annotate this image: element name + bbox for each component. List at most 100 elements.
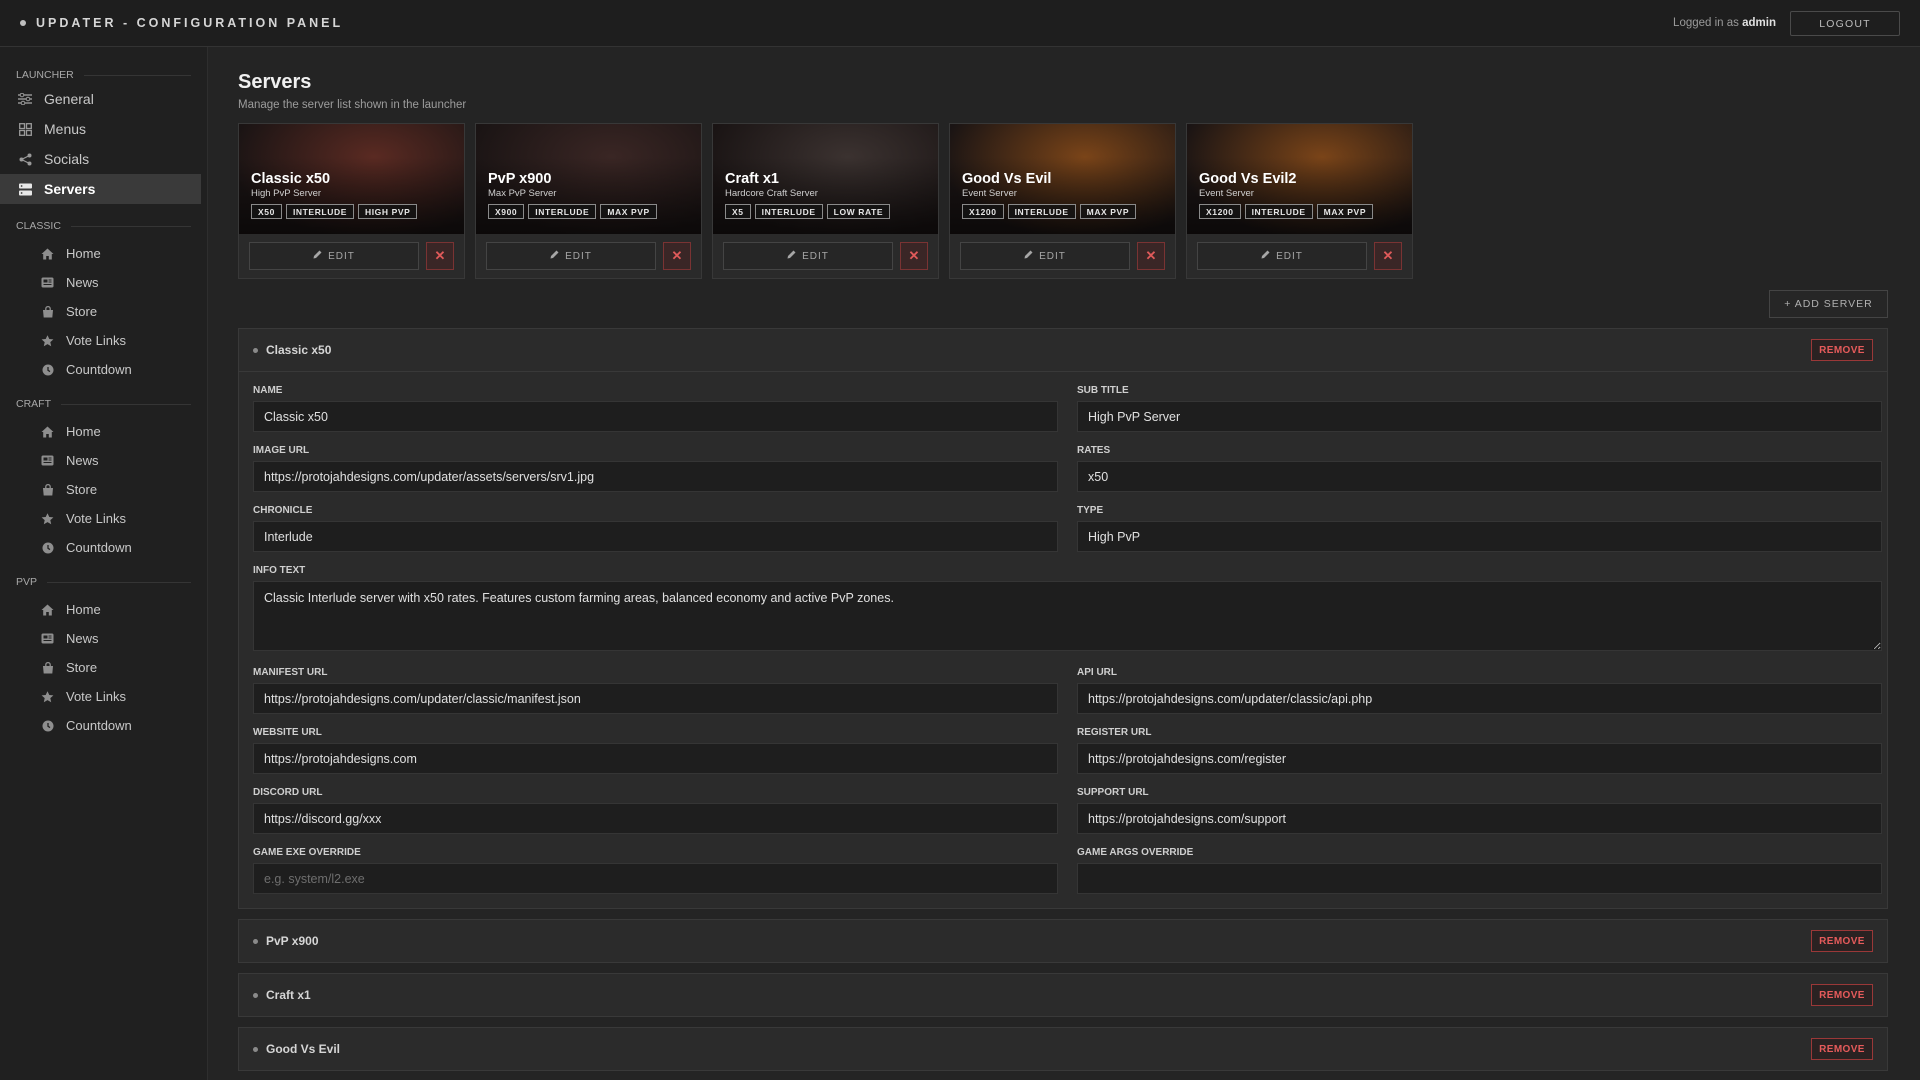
panel-title-text: Good Vs Evil <box>266 1042 341 1056</box>
panel-header[interactable]: Craft x1 REMOVE <box>239 974 1887 1016</box>
chronicle-input[interactable] <box>253 521 1058 552</box>
discord-url-input[interactable] <box>253 803 1058 834</box>
top-bar: UPDATER - CONFIGURATION PANEL Logged in … <box>0 0 1920 47</box>
server-card-name: Good Vs Evil2 <box>1199 171 1297 187</box>
server-tag: X50 <box>251 204 282 219</box>
edit-server-button[interactable]: EDIT <box>723 242 893 270</box>
sidebar-item-socials[interactable]: Socials <box>0 144 201 174</box>
server-tag: MAX PVP <box>600 204 657 219</box>
sidebar-item-classic-home[interactable]: Home <box>0 239 207 268</box>
add-server-button[interactable]: + ADD SERVER <box>1769 290 1888 318</box>
website-url-input[interactable] <box>253 743 1058 774</box>
app-title: UPDATER - CONFIGURATION PANEL <box>36 16 344 30</box>
game-exe-input[interactable] <box>253 863 1058 894</box>
panel-header[interactable]: Classic x50 REMOVE <box>239 329 1887 371</box>
server-tag: MAX PVP <box>1316 204 1374 219</box>
rates-input[interactable] <box>1077 461 1882 492</box>
newspaper-icon <box>41 454 54 467</box>
delete-server-button[interactable]: ✕ <box>1374 242 1402 270</box>
edit-server-button[interactable]: EDIT <box>960 242 1130 270</box>
name-input[interactable] <box>253 401 1058 432</box>
server-card-subtitle: Hardcore Craft Server <box>725 188 818 199</box>
server-banner-image: Good Vs Evil2 Event Server X1200 INTERLUDE M… <box>1187 124 1412 234</box>
sidebar-item-craft-news[interactable]: News <box>0 446 207 475</box>
game-args-input[interactable] <box>1077 863 1882 894</box>
panel-title-text: Craft x1 <box>266 988 311 1002</box>
edit-label: EDIT <box>1039 250 1066 262</box>
type-input[interactable] <box>1077 521 1882 552</box>
sidebar-item-craft-home[interactable]: Home <box>0 417 207 446</box>
panel-header[interactable]: Good Vs Evil REMOVE <box>239 1028 1887 1070</box>
login-user: admin <box>1742 17 1776 29</box>
server-cards: Classic x50 High PvP Server X50 INTERLUDE HI… <box>238 123 1888 279</box>
sidebar-item-classic-vote-links[interactable]: Vote Links <box>0 326 207 355</box>
sidebar-item-classic-news[interactable]: News <box>0 268 207 297</box>
server-card-name: Good Vs Evil <box>962 171 1052 187</box>
sidebar-item-craft-store[interactable]: Store <box>0 475 207 504</box>
sidebar-item-pvp-store[interactable]: Store <box>0 653 207 682</box>
delete-server-button[interactable]: ✕ <box>426 242 454 270</box>
edit-label: EDIT <box>328 250 355 262</box>
sidebar-item-servers[interactable]: Servers <box>0 174 201 204</box>
clock-icon <box>41 541 54 554</box>
delete-server-button[interactable]: ✕ <box>1137 242 1165 270</box>
support-url-input[interactable] <box>1077 803 1882 834</box>
image-url-input[interactable] <box>253 461 1058 492</box>
card-actions: EDIT ✕ <box>476 234 701 270</box>
discord-url-label: DISCORD URL <box>253 787 323 798</box>
chronicle-field-group: CHRONICLE <box>253 505 1058 552</box>
sidebar-item-craft-countdown[interactable]: Countdown <box>0 533 207 562</box>
sidebar-item-classic-countdown[interactable]: Countdown <box>0 355 207 384</box>
sidebar-item-label: Store <box>66 304 98 319</box>
server-banner-image: Good Vs Evil Event Server X1200 INTERLUDE MA… <box>950 124 1175 234</box>
sidebar-item-pvp-vote-links[interactable]: Vote Links <box>0 682 207 711</box>
bag-icon <box>41 483 54 496</box>
remove-button[interactable]: REMOVE <box>1811 1038 1873 1060</box>
info-text-textarea[interactable]: Classic Interlude server with x50 rates.… <box>253 581 1882 651</box>
user-area: Logged in as admin LOGOUT <box>1673 10 1900 36</box>
server-tags: X50 INTERLUDE HIGH PVP <box>251 204 452 219</box>
website-url-label: WEBSITE URL <box>253 727 322 738</box>
clock-icon <box>41 719 54 732</box>
remove-button[interactable]: REMOVE <box>1811 984 1873 1006</box>
api-url-input[interactable] <box>1077 683 1882 714</box>
server-tags: X900 INTERLUDE MAX PVP <box>488 204 689 219</box>
delete-server-button[interactable]: ✕ <box>900 242 928 270</box>
edit-server-button[interactable]: EDIT <box>1197 242 1367 270</box>
sidebar-item-label: Countdown <box>66 540 132 555</box>
subtitle-input[interactable] <box>1077 401 1882 432</box>
page-title: Servers <box>238 71 312 93</box>
card-actions: EDIT ✕ <box>239 234 464 270</box>
sidebar-item-general[interactable]: General <box>0 84 201 114</box>
field-grid: NAME SUB TITLE IMAGE URL RATES CHRONICLE <box>253 385 1882 894</box>
sidebar-groups: CLASSIC Home News Store Vote Links Countdown C… <box>0 220 207 740</box>
edit-server-button[interactable]: EDIT <box>486 242 656 270</box>
close-icon: ✕ <box>434 248 446 263</box>
edit-server-button[interactable]: EDIT <box>249 242 419 270</box>
register-url-input[interactable] <box>1077 743 1882 774</box>
sidebar-item-craft-vote-links[interactable]: Vote Links <box>0 504 207 533</box>
manifest-url-label: MANIFEST URL <box>253 667 328 678</box>
manifest-url-input[interactable] <box>253 683 1058 714</box>
remove-button[interactable]: REMOVE <box>1811 339 1873 361</box>
type-field-group: TYPE <box>1077 505 1882 552</box>
server-panel-expanded: Classic x50 REMOVE NAME SUB TITLE IMAGE … <box>238 328 1888 909</box>
server-card-name: PvP x900 <box>488 171 552 187</box>
delete-server-button[interactable]: ✕ <box>663 242 691 270</box>
server-banner-image: Craft x1 Hardcore Craft Server X5 INTERLUDE… <box>713 124 938 234</box>
close-icon: ✕ <box>908 248 920 263</box>
server-tag: X1200 <box>1199 204 1241 219</box>
panel-header[interactable]: PvP x900 REMOVE <box>239 920 1887 962</box>
logout-button[interactable]: LOGOUT <box>1790 10 1900 36</box>
sidebar-item-classic-store[interactable]: Store <box>0 297 207 326</box>
remove-button[interactable]: REMOVE <box>1811 930 1873 952</box>
sidebar-item-pvp-countdown[interactable]: Countdown <box>0 711 207 740</box>
newspaper-icon <box>41 276 54 289</box>
sidebar-item-pvp-home[interactable]: Home <box>0 595 207 624</box>
server-tag: INTERLUDE <box>1007 204 1076 219</box>
server-tags: X5 INTERLUDE LOW RATE <box>725 204 926 219</box>
sidebar-group-launcher: LAUNCHER <box>16 69 191 84</box>
sidebar-item-menus[interactable]: Menus <box>0 114 201 144</box>
sliders-icon <box>18 92 32 106</box>
sidebar-item-pvp-news[interactable]: News <box>0 624 207 653</box>
